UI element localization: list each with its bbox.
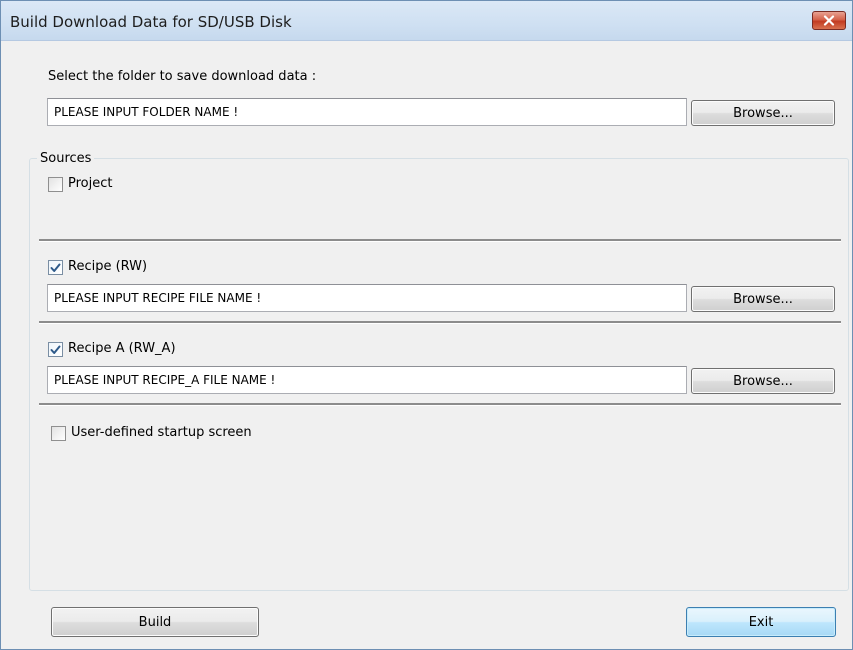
- sources-legend: Sources: [37, 151, 95, 166]
- folder-input[interactable]: PLEASE INPUT FOLDER NAME !: [47, 98, 687, 126]
- dialog-window: Build Download Data for SD/USB Disk Sele…: [0, 0, 853, 650]
- recipe-label[interactable]: Recipe (RW): [68, 259, 147, 274]
- folder-browse-button[interactable]: Browse...: [691, 100, 835, 126]
- recipe-file-input[interactable]: PLEASE INPUT RECIPE FILE NAME !: [47, 284, 687, 312]
- build-button-label: Build: [138, 614, 172, 630]
- recipe-browse-button[interactable]: Browse...: [691, 286, 835, 312]
- folder-label: Select the folder to save download data …: [48, 69, 317, 84]
- recipe-a-checkbox[interactable]: [48, 342, 63, 357]
- separator: [39, 239, 841, 242]
- recipe-browse-label: Browse...: [733, 291, 793, 307]
- recipe-a-file-input[interactable]: PLEASE INPUT RECIPE_A FILE NAME !: [47, 366, 687, 394]
- close-icon: [823, 15, 835, 26]
- project-checkbox[interactable]: [48, 177, 63, 192]
- project-label[interactable]: Project: [68, 176, 112, 191]
- exit-button-label: Exit: [748, 614, 774, 630]
- startup-screen-label[interactable]: User-defined startup screen: [71, 425, 252, 440]
- checkmark-icon: [50, 345, 61, 355]
- title-bar[interactable]: Build Download Data for SD/USB Disk: [1, 1, 852, 41]
- separator: [39, 321, 841, 324]
- close-button[interactable]: [812, 11, 846, 30]
- checkmark-icon: [50, 263, 61, 273]
- recipe-checkbox[interactable]: [48, 260, 63, 275]
- recipe-a-browse-label: Browse...: [733, 373, 793, 389]
- recipe-a-browse-button[interactable]: Browse...: [691, 368, 835, 394]
- recipe-a-label[interactable]: Recipe A (RW_A): [68, 341, 176, 356]
- build-button[interactable]: Build: [51, 607, 259, 637]
- exit-button[interactable]: Exit: [686, 607, 836, 637]
- startup-screen-checkbox[interactable]: [51, 426, 66, 441]
- window-title: Build Download Data for SD/USB Disk: [10, 13, 292, 31]
- folder-browse-label: Browse...: [733, 105, 793, 121]
- separator: [39, 403, 841, 406]
